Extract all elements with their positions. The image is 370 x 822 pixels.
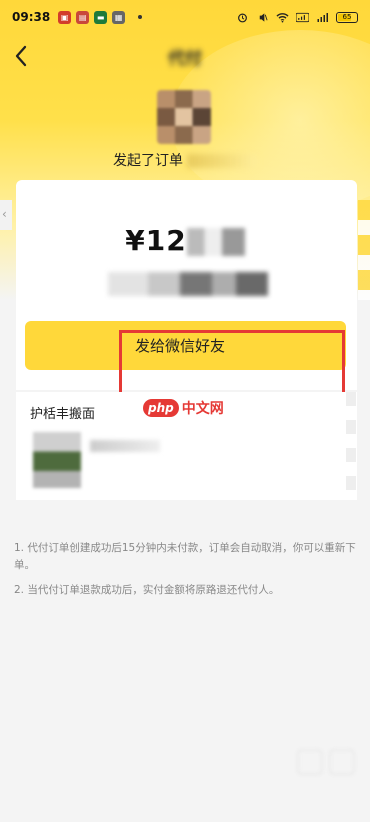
page-title: 代付 (168, 48, 202, 69)
mute-icon (259, 12, 268, 22)
initiator-text: 发起了订单 (113, 153, 183, 169)
wifi-icon (276, 12, 289, 23)
watermark-text: 中文网 (181, 401, 224, 417)
initiator-line: 发起了订单 (0, 150, 370, 170)
redacted-order-info (108, 272, 268, 296)
redacted-product-desc (90, 440, 160, 452)
notification-app-icon: ▤ (76, 10, 90, 24)
status-icons: 65 (236, 11, 358, 23)
product-name: 护栝丰搬面 (30, 407, 96, 422)
notification-app-icon: ▦ (112, 10, 126, 24)
notes: 1. 代付订单创建成功后15分钟内未付款，订单会自动取消，你可以重新下单。 2.… (14, 540, 359, 607)
nav-bar: 代付 (0, 36, 370, 76)
redacted-amount (186, 228, 245, 256)
cellular-icon (317, 12, 328, 22)
status-bar: 09:38 ▣ ▤ ▬ ▦ 65 (0, 0, 370, 34)
note-item: 2. 当代付订单退款成功后，实付金额将原路退还代付人。 (14, 584, 280, 596)
notification-dot-icon (138, 15, 143, 19)
product-image (33, 432, 81, 488)
back-arrow-icon (15, 45, 27, 67)
note-item: 1. 代付订单创建成功后15分钟内未付款，订单会自动取消，你可以重新下单。 (14, 542, 356, 571)
avatar (157, 90, 211, 144)
redacted-text (187, 154, 257, 168)
amount-value: ¥12 (125, 224, 187, 257)
watermark: php 中文网 (143, 398, 224, 418)
battery-percent: 65 (342, 12, 352, 21)
notification-app-icon: ▣ (58, 10, 72, 24)
status-time: 09:38 (12, 10, 51, 24)
watermark-logo: php (143, 399, 179, 417)
battery-icon: 65 (336, 11, 358, 23)
page: 09:38 ▣ ▤ ▬ ▦ 65 代付 发起了订单 ‹ ¥12 发给微信好友 护… (0, 0, 370, 822)
signal-icon (296, 12, 309, 22)
product-edge-right (346, 392, 356, 500)
share-to-wechat-button[interactable]: 发给微信好友 (25, 321, 346, 370)
back-button[interactable] (6, 40, 36, 72)
order-amount: ¥12 (0, 224, 370, 257)
alarm-icon (238, 13, 247, 22)
notification-app-icon: ▬ (94, 10, 108, 24)
background-watermark: ▢▢ (293, 740, 358, 780)
